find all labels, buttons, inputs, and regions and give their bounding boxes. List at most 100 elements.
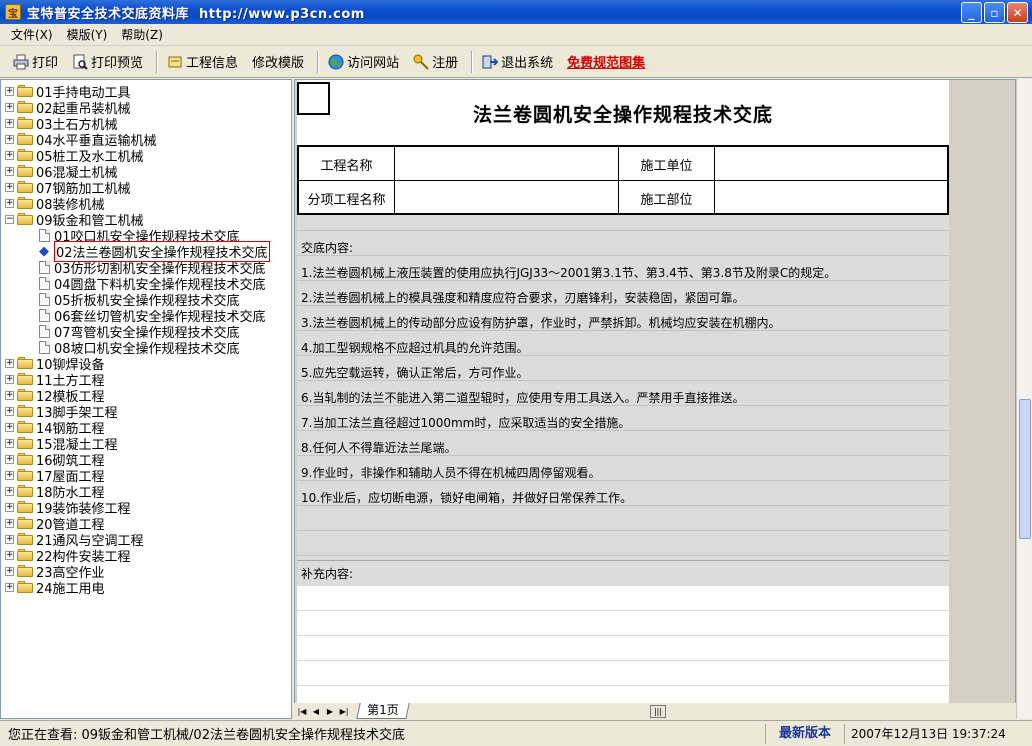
register-button[interactable]: 注册 <box>408 49 463 74</box>
expand-icon[interactable]: + <box>5 454 14 464</box>
first-sheet-icon[interactable]: |◀ <box>296 704 308 718</box>
expand-icon[interactable]: + <box>5 166 14 176</box>
content-item: 9.作业时，非操作和辅助人员不得在机械四周停留观看。 <box>301 466 601 480</box>
printer-icon <box>13 54 29 70</box>
content-item: 5.应先空载运转，确认正常后，方可作业。 <box>301 366 529 380</box>
toolbar-separator <box>471 50 474 73</box>
minimize-icon[interactable]: _ <box>961 2 982 23</box>
sheet-tab[interactable]: 第1页 <box>356 703 410 719</box>
content-box[interactable]: 交底内容: 1.法兰卷圆机械上液压装置的使用应执行JGJ33～2001第3.1节… <box>297 215 949 560</box>
construction-unit-value[interactable] <box>715 147 947 181</box>
folder-icon <box>17 405 33 417</box>
visit-site-label: 访问网站 <box>347 56 400 71</box>
expand-icon[interactable]: + <box>5 534 14 544</box>
expand-icon[interactable]: + <box>5 118 14 128</box>
expand-icon[interactable]: + <box>5 374 14 384</box>
free-atlas-label: 免费规范图集 <box>567 56 646 71</box>
menu-bar: 文件(X) 模版(Y) 帮助(Z) <box>0 24 1032 46</box>
current-document-icon: ◆ <box>39 243 49 259</box>
content-item: 3.法兰卷圆机械上的传动部分应设有防护罩，作业时，严禁拆卸。机械均应安装在机棚内… <box>301 316 781 330</box>
document-icon <box>39 260 50 274</box>
last-sheet-icon[interactable]: ▶| <box>338 704 350 718</box>
folder-icon <box>17 373 33 385</box>
sheet-tab-label: 第1页 <box>367 703 399 717</box>
print-preview-icon <box>72 54 88 70</box>
folder-icon <box>17 485 33 497</box>
expand-icon[interactable]: + <box>5 86 14 96</box>
sub-project-value[interactable] <box>395 181 619 215</box>
print-button[interactable]: 打印 <box>8 49 63 74</box>
document-icon <box>39 324 50 338</box>
document-icon <box>39 228 50 242</box>
status-datetime: 2007年12月13日 19:37:24 <box>851 727 1006 741</box>
expand-icon[interactable]: + <box>5 566 14 576</box>
status-viewing: 您正在查看: 09钣金和管工机械/02法兰卷圆机安全操作规程技术交底 <box>8 728 405 743</box>
expand-icon[interactable]: + <box>5 518 14 528</box>
project-name-value[interactable] <box>395 147 619 181</box>
expand-icon[interactable]: + <box>5 358 14 368</box>
expand-icon[interactable]: + <box>5 150 14 160</box>
folder-icon <box>17 357 33 369</box>
gray-margin <box>949 80 1015 704</box>
expand-icon[interactable]: + <box>5 470 14 480</box>
print-label: 打印 <box>32 56 59 71</box>
expand-icon[interactable]: + <box>5 102 14 112</box>
collapse-icon[interactable]: − <box>5 214 14 224</box>
folder-icon <box>17 165 33 177</box>
folder-icon <box>17 501 33 513</box>
menu-template[interactable]: 模版(Y) <box>60 24 115 45</box>
menu-file[interactable]: 文件(X) <box>4 24 60 45</box>
print-preview-button[interactable]: 打印预览 <box>67 49 148 74</box>
close-icon[interactable]: ✕ <box>1007 2 1028 23</box>
expand-icon[interactable]: + <box>5 550 14 560</box>
expand-icon[interactable]: + <box>5 422 14 432</box>
expand-icon[interactable]: + <box>5 390 14 400</box>
app-icon: 宝 <box>5 4 21 20</box>
folder-icon <box>17 565 33 577</box>
title-bar: 宝 宝特普安全技术交底资料库 http://www.p3cn.com _ ▫ ✕ <box>0 0 1032 24</box>
expand-icon[interactable]: + <box>5 134 14 144</box>
folder-icon <box>17 421 33 433</box>
window-controls: _ ▫ ✕ <box>961 2 1028 23</box>
folder-icon <box>17 581 33 593</box>
expand-icon[interactable]: + <box>5 406 14 416</box>
horizontal-scroll-thumb[interactable]: ||| <box>650 705 666 718</box>
edit-template-button[interactable]: 修改模版 <box>247 49 309 74</box>
project-name-label: 工程名称 <box>299 147 395 181</box>
maximize-icon[interactable]: ▫ <box>984 2 1005 23</box>
scroll-thumb[interactable] <box>1019 399 1031 539</box>
print-preview-label: 打印预览 <box>91 56 144 71</box>
globe-icon <box>328 54 344 70</box>
document-icon <box>39 276 50 290</box>
free-atlas-link[interactable]: 免费规范图集 <box>562 49 650 74</box>
visit-site-button[interactable]: 访问网站 <box>323 49 404 74</box>
toolbar-separator <box>317 50 320 73</box>
prev-sheet-icon[interactable]: ◀ <box>310 704 322 718</box>
vertical-scrollbar[interactable] <box>1016 79 1032 719</box>
folder-icon <box>17 469 33 481</box>
document-icon <box>39 308 50 322</box>
content-item: 10.作业后，应切断电源，锁好电闸箱，并做好日常保养工作。 <box>301 491 633 505</box>
folder-note-icon <box>167 54 183 70</box>
folder-icon <box>17 149 33 161</box>
content-item: 8.任何人不得靠近法兰尾端。 <box>301 441 457 455</box>
expand-icon[interactable]: + <box>5 438 14 448</box>
key-icon <box>413 54 429 70</box>
construction-part-label: 施工部位 <box>619 181 715 215</box>
expand-icon[interactable]: + <box>5 182 14 192</box>
menu-help[interactable]: 帮助(Z) <box>114 24 170 45</box>
expand-icon[interactable]: + <box>5 502 14 512</box>
expand-icon[interactable]: + <box>5 486 14 496</box>
document-area: 法兰卷圆机安全操作规程技术交底 工程名称 施工单位 分项工程名称 施工部位 交底… <box>294 79 1016 705</box>
next-sheet-icon[interactable]: ▶ <box>324 704 336 718</box>
exit-button[interactable]: 退出系统 <box>477 49 558 74</box>
expand-icon[interactable]: + <box>5 198 14 208</box>
gridline <box>297 230 949 231</box>
exit-label: 退出系统 <box>501 56 554 71</box>
expand-icon[interactable]: + <box>5 582 14 592</box>
tree-category[interactable]: +24施工用电 <box>5 579 105 597</box>
document-icon <box>39 340 50 354</box>
construction-part-value[interactable] <box>715 181 947 215</box>
project-info-button[interactable]: 工程信息 <box>162 49 243 74</box>
latest-version-button[interactable]: 最新版本 <box>765 723 845 744</box>
